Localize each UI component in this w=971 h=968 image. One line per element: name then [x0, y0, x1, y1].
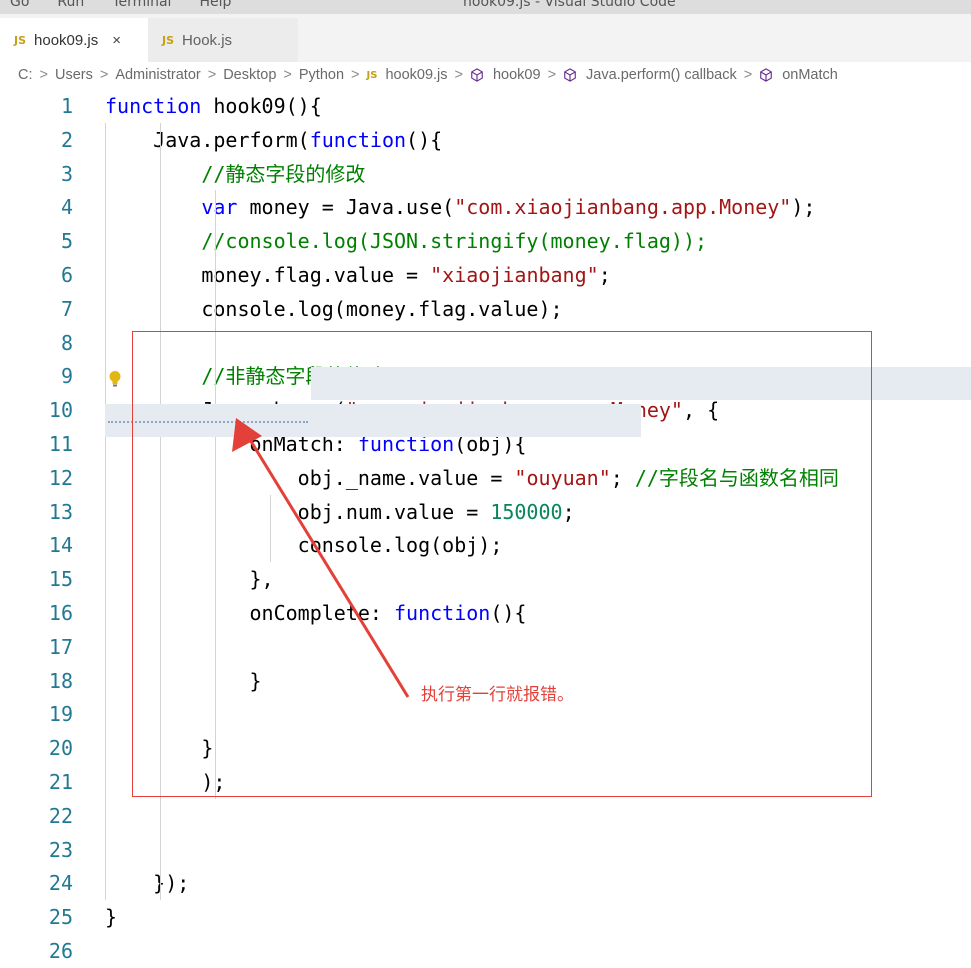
annotation-arrow — [232, 418, 410, 698]
